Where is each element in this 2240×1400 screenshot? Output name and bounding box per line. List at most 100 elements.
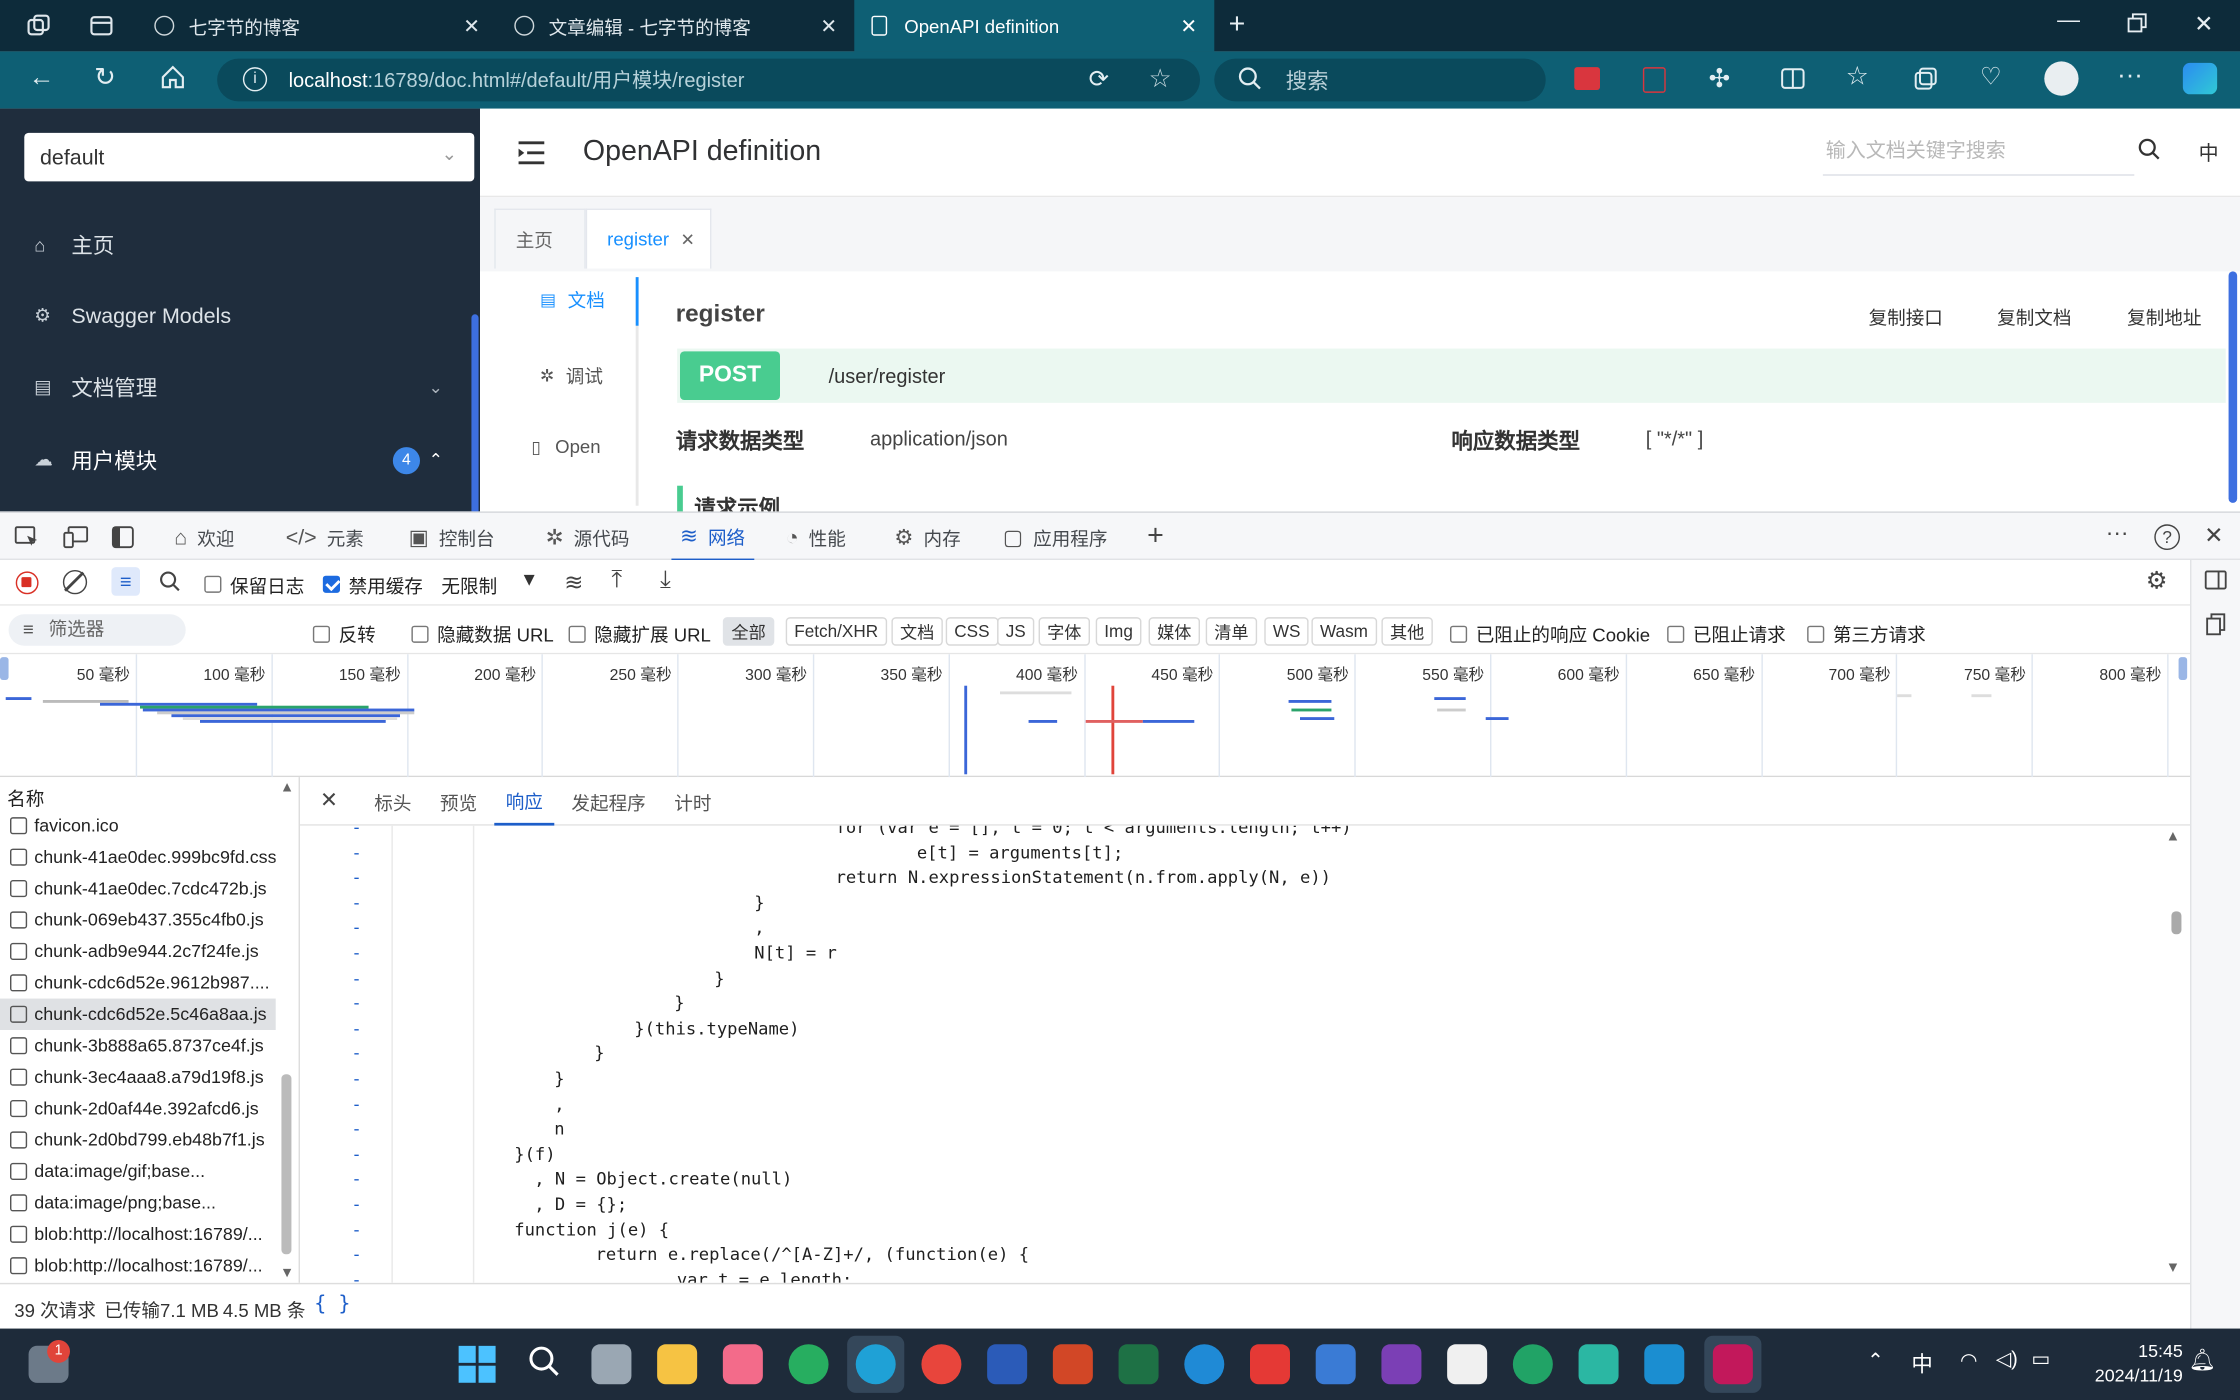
detail-tab-preview[interactable]: 预览 — [440, 777, 477, 826]
request-row[interactable]: data:image/png;base... — [0, 1187, 276, 1218]
volume-icon[interactable]: ◁) — [1996, 1347, 2018, 1371]
record-icon[interactable] — [15, 571, 39, 595]
type-filter-img[interactable]: Img — [1095, 617, 1142, 646]
third-party-checkbox[interactable] — [1807, 621, 1825, 643]
task-view-icon[interactable] — [591, 1344, 632, 1385]
copy-panel-icon[interactable] — [2206, 613, 2226, 640]
chrome-icon[interactable] — [921, 1344, 962, 1385]
help-icon[interactable]: ? — [2154, 524, 2180, 550]
side-tab-doc[interactable]: ▤ 文档 — [540, 286, 605, 313]
store-icon[interactable] — [1315, 1344, 1356, 1385]
export-har-icon[interactable]: ⤓ — [660, 566, 671, 595]
overview-handle[interactable] — [2178, 657, 2188, 680]
sidebar-item-user-module[interactable]: ☁ 用户模块 4 ⌃ — [0, 431, 471, 488]
detail-tab-headers[interactable]: 标头 — [374, 777, 411, 826]
side-tab-debug[interactable]: ✲ 调试 — [540, 361, 603, 388]
webstorm-icon[interactable] — [1644, 1344, 1685, 1385]
tray-expand-icon[interactable]: ⌃ — [1867, 1349, 1884, 1373]
request-row[interactable]: chunk-2d0bd799.eb48b7f1.js — [0, 1124, 276, 1155]
request-row[interactable]: chunk-cdc6d52e.5c46a8aa.js — [0, 998, 276, 1030]
close-tab-icon[interactable]: ✕ — [820, 14, 837, 38]
restore-icon[interactable] — [2127, 13, 2147, 39]
youdao-icon[interactable] — [1249, 1344, 1290, 1385]
pretty-print-button[interactable]: { } — [314, 1293, 350, 1316]
scroll-down-icon[interactable]: ▼ — [280, 1266, 294, 1282]
refresh-icon[interactable]: ↻ — [94, 63, 116, 93]
doc-scrollbar[interactable] — [2228, 271, 2238, 503]
copy-api-button[interactable]: 复制接口 — [1869, 303, 1943, 330]
devtools-tab-sources[interactable]: ✲ 源代码 — [546, 513, 630, 562]
copy-doc-button[interactable]: 复制文档 — [1997, 303, 2071, 330]
tab-blog[interactable]: 七字节的博客 ✕ — [137, 0, 497, 51]
favorites-icon[interactable]: ☆ — [1846, 61, 1869, 91]
scroll-down-icon[interactable]: ▼ — [2169, 1260, 2178, 1276]
detail-tab-timing[interactable]: 计时 — [674, 777, 711, 826]
blocked-cookies-checkbox[interactable] — [1449, 621, 1468, 643]
edge-icon[interactable] — [855, 1344, 896, 1385]
more-menu-icon[interactable]: ··· — [2117, 60, 2143, 90]
code-scrollbar[interactable] — [2171, 911, 2182, 935]
import-har-icon[interactable]: ⤒ — [611, 566, 622, 595]
notion-icon[interactable] — [1447, 1344, 1488, 1385]
sidebar-item-home[interactable]: ⌂ 主页 — [0, 216, 471, 273]
battery-icon[interactable]: ▭ — [2031, 1347, 2050, 1371]
dock-side-icon[interactable] — [111, 526, 134, 553]
network-conditions-icon[interactable]: ≋ — [564, 569, 583, 598]
close-window-icon[interactable]: ✕ — [2194, 10, 2213, 39]
word-icon[interactable] — [987, 1344, 1028, 1385]
request-row[interactable]: favicon.ico — [0, 810, 276, 841]
search-icon[interactable] — [2137, 137, 2161, 166]
dropdown-arrow-icon[interactable]: ▼ — [520, 569, 538, 590]
response-code-view[interactable]: - for (var e = [], t = 0; t < arguments.… — [299, 825, 2190, 1283]
sidebar-item-swagger-models[interactable]: ⚙ Swagger Models — [0, 287, 471, 344]
page-tab-home[interactable]: 主页 — [494, 208, 586, 269]
site-info-icon[interactable]: i — [242, 67, 268, 92]
doc-search-input[interactable]: 输入文档关键字搜索 — [1822, 136, 2135, 176]
extension-doc-icon[interactable] — [1642, 67, 1666, 93]
request-row[interactable]: chunk-069eb437.355c4fb0.js — [0, 904, 276, 935]
start-icon[interactable] — [458, 1345, 496, 1387]
type-filter-font[interactable]: 字体 — [1038, 617, 1091, 646]
request-row[interactable]: chunk-41ae0dec.7cdc472b.js — [0, 873, 276, 904]
close-tab-icon[interactable]: ✕ — [463, 14, 480, 38]
ime-indicator[interactable]: 中 — [1911, 1349, 1932, 1379]
request-row[interactable]: chunk-3b888a65.8737ce4f.js — [0, 1030, 276, 1061]
page-tab-register[interactable]: register ✕ — [585, 208, 712, 269]
filter-input[interactable]: ≡ 筛选器 — [8, 614, 186, 646]
onenote-icon[interactable] — [1381, 1344, 1422, 1385]
preserve-log-checkbox[interactable] — [204, 571, 222, 593]
overview-handle[interactable] — [0, 657, 9, 680]
wechat-icon[interactable] — [788, 1344, 829, 1385]
devtools-tab-console[interactable]: ▣ 控制台 — [409, 513, 495, 562]
file-explorer-icon[interactable] — [657, 1344, 698, 1385]
type-filter-js[interactable]: JS — [997, 617, 1035, 646]
type-filter-ws[interactable]: WS — [1264, 617, 1310, 646]
disable-cache-checkbox[interactable] — [322, 571, 340, 593]
maven-icon[interactable] — [1578, 1344, 1619, 1385]
type-filter-other[interactable]: 其他 — [1381, 617, 1433, 646]
hide-data-url-checkbox[interactable] — [411, 621, 429, 643]
tab-openapi[interactable]: OpenAPI definition ✕ — [854, 0, 1215, 52]
more-options-icon[interactable]: ··· — [2106, 521, 2129, 547]
inspect-icon[interactable] — [14, 526, 40, 553]
invert-checkbox[interactable] — [312, 621, 330, 643]
device-emulation-icon[interactable] — [63, 526, 89, 553]
url-field[interactable]: i localhost:16789/doc.html#/default/用户模块… — [217, 58, 1200, 102]
throttle-select[interactable]: 无限制 — [441, 571, 497, 598]
type-filter-manifest[interactable]: 清单 — [1205, 617, 1258, 646]
type-filter-css[interactable]: CSS — [945, 617, 999, 646]
scroll-up-icon[interactable]: ▲ — [2169, 829, 2178, 845]
notification-bell-icon[interactable]: 🔔︎ — [2189, 1347, 2216, 1373]
side-tab-open[interactable]: ▯ Open — [531, 436, 600, 457]
language-toggle[interactable]: 中 — [2199, 139, 2219, 168]
toggle-drawer-icon[interactable] — [2204, 570, 2227, 594]
close-tab-icon[interactable]: ✕ — [681, 229, 695, 249]
detail-tab-initiator[interactable]: 发起程序 — [571, 777, 645, 826]
hide-ext-url-checkbox[interactable] — [568, 621, 586, 643]
type-filter-doc[interactable]: 文档 — [891, 617, 943, 646]
request-row[interactable]: chunk-41ae0dec.999bc9fd.css — [0, 841, 276, 872]
new-tab-icon[interactable]: + — [1229, 9, 1246, 42]
sidebar-item-doc-management[interactable]: ▤ 文档管理 ⌄ — [0, 359, 471, 416]
add-panel-icon[interactable]: + — [1147, 520, 1164, 553]
search-icon[interactable] — [527, 1344, 561, 1383]
